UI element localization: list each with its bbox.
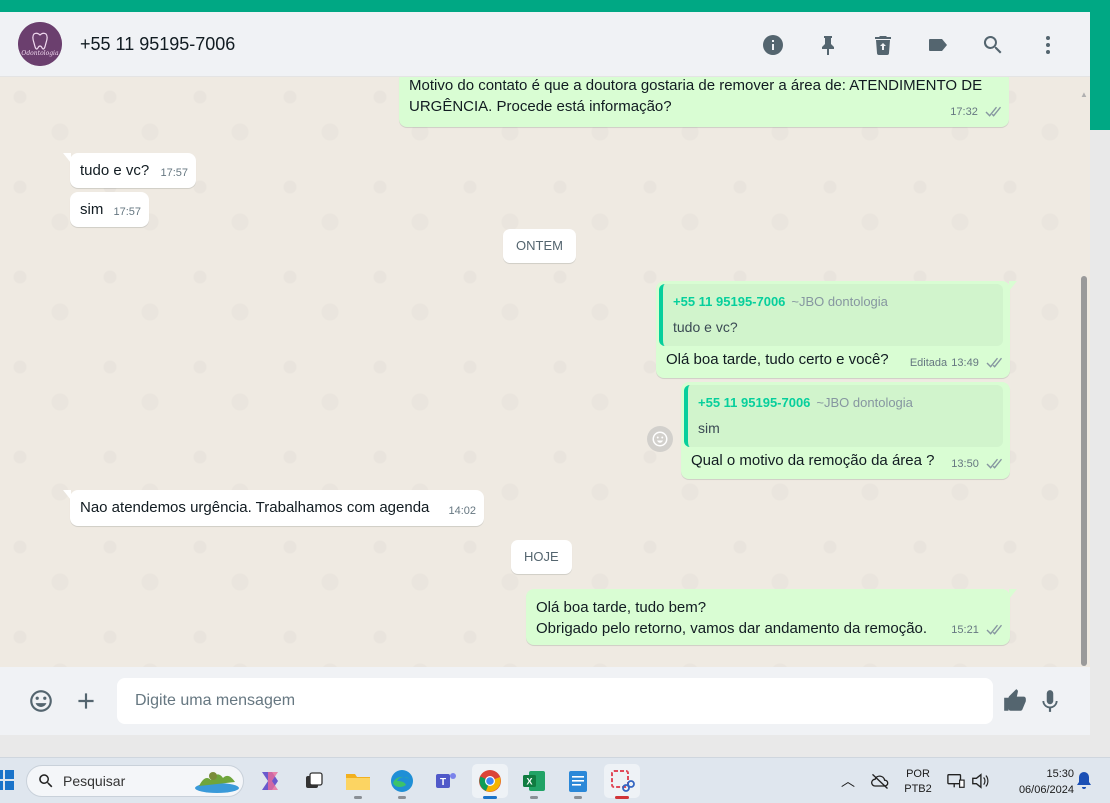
- taskbar-copilot-icon[interactable]: [252, 764, 288, 798]
- window-top-accent: [0, 0, 1110, 12]
- message-incoming[interactable]: tudo e vc? 17:57: [63, 153, 196, 188]
- clock-time: 15:30: [1046, 768, 1074, 780]
- taskbar-excel-icon[interactable]: X: [516, 764, 552, 799]
- taskbar-file-explorer-icon[interactable]: [340, 764, 376, 799]
- cloud-offline-icon[interactable]: [870, 772, 890, 790]
- volume-icon[interactable]: [970, 772, 990, 790]
- contact-name[interactable]: +55 11 95195-7006: [80, 34, 235, 55]
- odontologia-logo: Odontologia: [18, 22, 62, 66]
- system-tray: ︿: [838, 758, 890, 803]
- message-text: Qual o motivo da remoção da área ?: [691, 452, 935, 469]
- window-side-accent: [1090, 12, 1110, 130]
- message-text: Nao atendemos urgência. Trabalhamos com …: [80, 499, 430, 516]
- menu-icon[interactable]: [1028, 25, 1068, 65]
- quoted-message[interactable]: +55 11 95195-7006 ~JBO dontologia sim: [684, 385, 1003, 447]
- pin-icon[interactable]: [808, 25, 848, 65]
- svg-text:X: X: [526, 777, 532, 787]
- message-text: Motivo do contato é que a doutora gostar…: [409, 77, 983, 94]
- system-tray-status: [946, 758, 990, 803]
- quoted-message[interactable]: +55 11 95195-7006 ~JBO dontologia tudo e …: [659, 284, 1003, 346]
- message-time: 17:57: [113, 206, 141, 218]
- whatsapp-chat-window: Odontologia +55 11 95195-7006 Motivo do …: [0, 12, 1090, 735]
- date-separator: ONTEM: [503, 229, 576, 263]
- windows-taskbar: Pesquisar T X ︿ POR PTB2 15:30 06/06/202…: [0, 757, 1110, 803]
- info-icon[interactable]: [753, 25, 793, 65]
- quote-author: +55 11 95195-7006: [698, 395, 811, 410]
- search-icon: [39, 774, 53, 788]
- quote-text: tudo e vc?: [673, 319, 738, 335]
- clock-date: 06/06/2024: [1018, 784, 1074, 796]
- window-side-gutter: [1090, 130, 1110, 735]
- double-check-icon: [986, 624, 1002, 635]
- message-outgoing[interactable]: Motivo do contato é que a doutora gostar…: [399, 77, 1009, 127]
- message-text: sim: [80, 201, 104, 218]
- composer-bar: [0, 667, 1090, 735]
- notifications-bell-icon[interactable]: [1075, 771, 1093, 796]
- quote-pushname: ~JBO dontologia: [791, 294, 888, 309]
- message-text: tudo e vc?: [80, 162, 150, 179]
- network-icon[interactable]: [946, 772, 966, 790]
- microphone-icon[interactable]: [1030, 681, 1070, 721]
- chat-scrollbar[interactable]: ▲: [1080, 90, 1088, 670]
- search-icon[interactable]: [973, 25, 1013, 65]
- message-text: URGÊNCIA. Procede está informação?: [409, 98, 672, 115]
- keyboard-language[interactable]: POR PTB2: [896, 767, 940, 797]
- double-check-icon: [986, 458, 1002, 469]
- message-time: 14:02: [448, 505, 476, 517]
- quote-text: sim: [698, 420, 720, 436]
- delete-icon[interactable]: [863, 25, 903, 65]
- message-incoming[interactable]: sim 17:57: [70, 192, 149, 227]
- attach-plus-icon[interactable]: [66, 681, 106, 721]
- emoji-icon[interactable]: [21, 681, 61, 721]
- message-time: 13:49: [951, 357, 979, 369]
- edited-label: Editada: [909, 357, 948, 369]
- message-incoming[interactable]: Nao atendemos urgência. Trabalhamos com …: [63, 490, 484, 526]
- taskbar-teams-icon[interactable]: T: [428, 764, 464, 798]
- taskbar-notepad-icon[interactable]: [560, 764, 596, 799]
- message-time: 17:32: [950, 106, 978, 118]
- chevron-up-icon[interactable]: ︿: [838, 771, 858, 791]
- emoji-react-icon[interactable]: [647, 426, 673, 452]
- header-actions: [738, 12, 1068, 77]
- date-separator: HOJE: [511, 540, 572, 574]
- taskbar-taskview-icon[interactable]: [296, 764, 332, 798]
- svg-text:T: T: [440, 777, 446, 788]
- message-text: Olá boa tarde, tudo bem?: [536, 599, 707, 616]
- message-text: Obrigado pelo retorno, vamos dar andamen…: [536, 620, 928, 637]
- message-outgoing-reply[interactable]: +55 11 95195-7006 ~JBO dontologia tudo e …: [656, 281, 1017, 378]
- thumbs-up-icon[interactable]: [995, 681, 1035, 721]
- quote-pushname: ~JBO dontologia: [816, 395, 913, 410]
- scroll-thumb[interactable]: [1081, 276, 1087, 666]
- contact-avatar[interactable]: Odontologia: [18, 22, 62, 66]
- message-text: Olá boa tarde, tudo certo e você?: [666, 351, 889, 368]
- scroll-up-icon[interactable]: ▲: [1080, 90, 1088, 100]
- taskbar-edge-icon[interactable]: [384, 764, 420, 799]
- svg-text:Odontologia: Odontologia: [21, 50, 59, 57]
- message-outgoing[interactable]: Olá boa tarde, tudo bem? Obrigado pelo r…: [526, 589, 1017, 645]
- quote-author: +55 11 95195-7006: [673, 294, 786, 309]
- message-time: 15:21: [951, 624, 979, 636]
- taskbar-chrome-icon[interactable]: [472, 764, 508, 799]
- message-outgoing-reply[interactable]: +55 11 95195-7006 ~JBO dontologia sim Qua…: [681, 382, 1010, 479]
- taskbar-search[interactable]: Pesquisar: [26, 765, 244, 797]
- message-time: 13:50: [951, 458, 979, 470]
- double-check-icon: [985, 106, 1001, 117]
- search-highlight-icon: [195, 772, 239, 793]
- message-input[interactable]: [117, 678, 993, 724]
- message-list[interactable]: Motivo do contato é que a doutora gostar…: [0, 77, 1090, 667]
- taskbar-snipping-tool-icon[interactable]: [604, 764, 640, 799]
- chat-header[interactable]: Odontologia +55 11 95195-7006: [0, 12, 1090, 77]
- windows-start-icon[interactable]: [0, 770, 14, 790]
- double-check-icon: [986, 357, 1002, 368]
- message-time: 17:57: [160, 167, 188, 179]
- desktop-gap: [0, 735, 1110, 757]
- label-icon[interactable]: [918, 25, 958, 65]
- taskbar-clock[interactable]: 15:30 06/06/2024: [996, 766, 1074, 798]
- taskbar-search-label: Pesquisar: [63, 773, 126, 789]
